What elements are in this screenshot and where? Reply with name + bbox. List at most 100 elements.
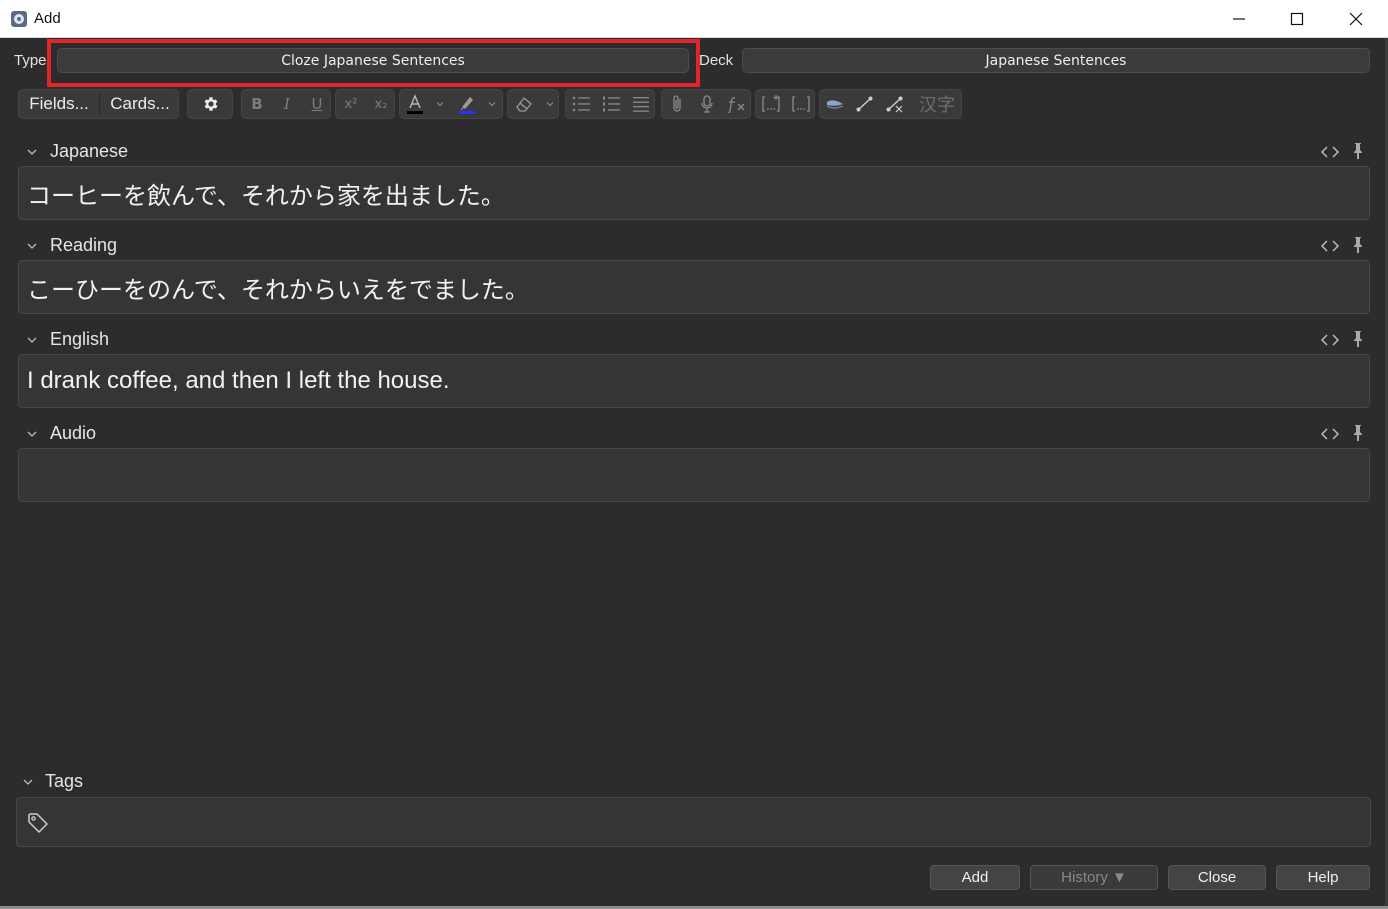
anki-app-icon [11,11,27,27]
title-bar: Add [0,0,1388,38]
italic-button[interactable]: I [272,90,302,118]
html-editor-icon[interactable] [1320,142,1340,162]
align-button[interactable] [626,90,654,118]
cloze-button[interactable] [756,90,786,118]
addon-group: 汉字 [819,89,962,119]
text-color-icon [407,94,423,114]
pin-icon[interactable] [1350,330,1366,348]
type-label: Type [14,52,47,69]
superscript-button[interactable]: x² [336,90,366,118]
text-color-button[interactable] [400,90,430,118]
field-name: Reading [50,235,118,255]
field-name: English [50,329,110,349]
history-button[interactable]: History ▼ [1030,865,1158,890]
eraser-icon [516,97,532,112]
list-group [565,89,655,119]
highlight-color-dropdown[interactable] [482,90,502,118]
close-button[interactable]: Close [1168,865,1266,890]
chevron-down-icon[interactable] [26,334,38,346]
tag-icon [28,813,48,833]
numbered-list-button[interactable] [596,90,626,118]
field-input-audio[interactable] [18,448,1370,502]
bullet-list-button[interactable] [566,90,596,118]
maximize-icon [1290,12,1304,26]
format-group: B I U [241,89,331,119]
field-header: Reading [18,232,1370,260]
numbered-list-icon [603,96,620,112]
field-input-japanese[interactable]: コーヒーを飲んで、それから家を出ました。 [18,166,1370,220]
deck-label: Deck [699,52,734,69]
close-icon [1349,12,1363,26]
fields-cards-group: Fields... Cards... [18,89,179,119]
field-name: Japanese [50,141,129,161]
chevron-down-icon[interactable] [22,776,34,788]
highlight-color-button[interactable] [452,90,482,118]
html-editor-icon[interactable] [1320,330,1340,350]
deck-selector[interactable]: Japanese Sentences [742,48,1370,73]
record-audio-button[interactable] [692,90,722,118]
chevron-down-icon[interactable] [26,240,38,252]
field-header: Japanese [18,138,1370,166]
field-name: Audio [50,423,97,443]
help-button[interactable]: Help [1276,865,1370,890]
addon-brush-button[interactable] [820,90,850,118]
text-color-dropdown[interactable] [430,90,450,118]
cards-button[interactable]: Cards... [100,90,178,118]
clear-format-button[interactable] [508,90,540,118]
field-input-english[interactable]: I drank coffee, and then I left the hous… [18,354,1370,408]
pitch-remove-icon [886,96,903,113]
field-header: Audio [18,420,1370,448]
attach-button[interactable] [662,90,692,118]
pin-icon[interactable] [1350,142,1366,160]
tags-label: Tags [45,771,84,791]
clear-format-dropdown[interactable] [540,90,558,118]
close-window-button[interactable] [1327,0,1385,38]
bullet-list-icon [572,96,590,112]
media-group [661,89,751,119]
field-header: English [18,326,1370,354]
chevron-down-icon [436,102,444,107]
html-editor-icon[interactable] [1320,236,1340,256]
minimize-icon [1233,18,1245,20]
highlighter-icon [459,97,475,114]
field-input-reading[interactable]: こーひーをのんで、それからいえをでました。 [18,260,1370,314]
window-title: Add [34,10,61,27]
mathjax-button[interactable] [722,90,750,118]
cloze-group [755,89,815,119]
pin-icon[interactable] [1350,424,1366,442]
tags-header: Tags [18,768,318,796]
microphone-icon [701,95,713,113]
subscript-button[interactable]: x₂ [366,90,394,118]
eraser-group [507,89,559,119]
chevron-down-icon [546,102,554,107]
chevron-down-icon[interactable] [26,428,38,440]
addon-pitch-remove-button[interactable] [880,90,910,118]
script-group: x² x₂ [335,89,395,119]
addon-pitch-button[interactable] [850,90,880,118]
fields-button[interactable]: Fields... [19,90,99,118]
pitch-accent-icon [856,96,873,112]
pin-icon[interactable] [1350,236,1366,254]
chevron-down-icon[interactable] [26,146,38,158]
cloze-same-button[interactable] [786,90,814,118]
brush-icon [826,100,844,109]
minimize-button[interactable] [1210,0,1268,38]
annotation-highlight-box [47,39,700,87]
cloze-bracket-icon [792,96,810,112]
paperclip-icon [673,95,681,112]
options-button[interactable] [188,90,232,118]
kanji-button[interactable]: 汉字 [912,90,961,118]
html-editor-icon[interactable] [1320,424,1340,444]
tags-input[interactable] [16,797,1371,847]
underline-button[interactable]: U [302,90,330,118]
chevron-down-icon [488,102,496,107]
add-button[interactable]: Add [930,865,1020,890]
cloze-icon [762,95,780,112]
function-icon [727,97,745,113]
color-group [399,89,503,119]
maximize-button[interactable] [1268,0,1326,38]
options-group [187,89,233,119]
gear-icon [204,97,218,111]
align-left-icon [633,97,649,112]
bold-button[interactable]: B [242,90,272,118]
